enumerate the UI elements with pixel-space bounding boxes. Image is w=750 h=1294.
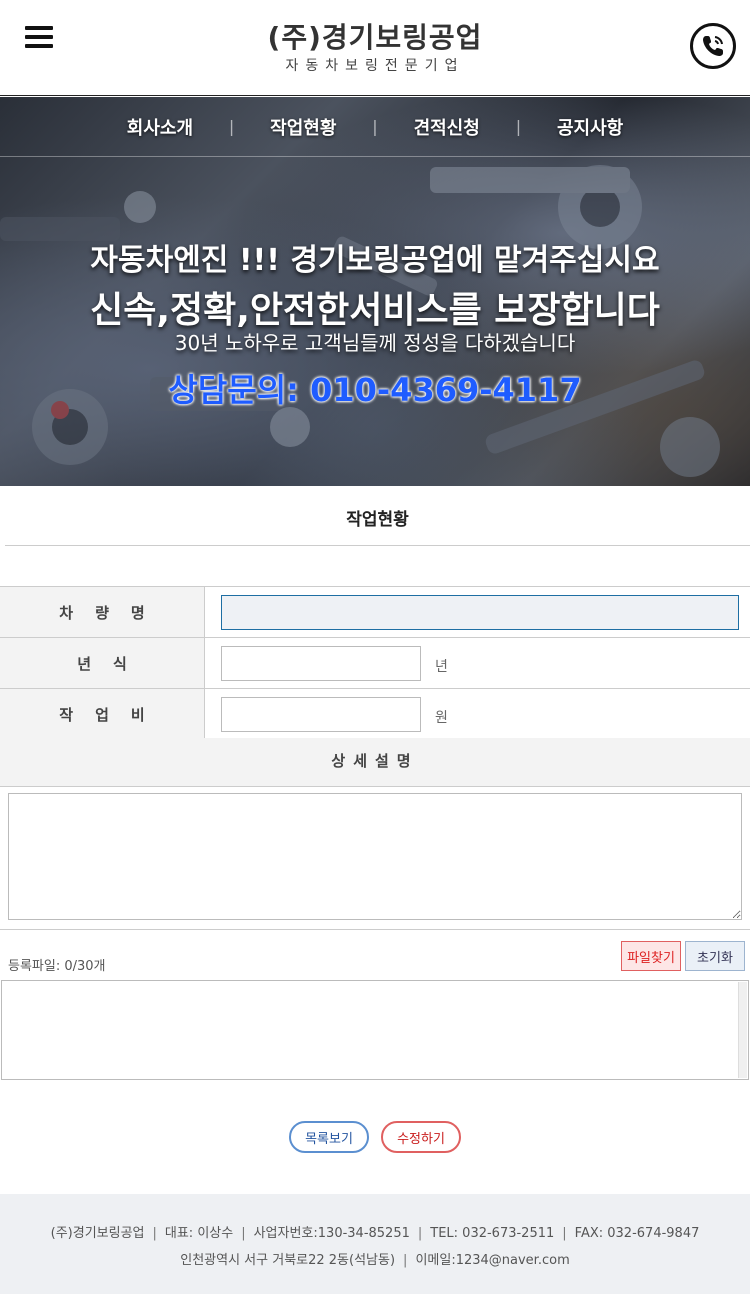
form-row-cost: 작업비 원 xyxy=(0,689,750,740)
footer-ceo: 대표: 이상수 xyxy=(164,1226,234,1241)
site-footer: (주)경기보링공업 | 대표: 이상수 | 사업자번호:130-34-85251 | TEL… xyxy=(0,1194,750,1294)
list-view-button[interactable]: 목록보기 xyxy=(289,1121,369,1153)
file-list-box[interactable] xyxy=(1,980,749,1080)
footer-address-info: 인천광역시 서구 거북로22 2동(석남동) | 이메일:1234@naver.co… xyxy=(180,1253,570,1268)
file-list-scrollbar[interactable] xyxy=(738,982,747,1078)
logo-title: (주)경기보링공업 xyxy=(267,21,483,54)
site-logo[interactable]: (주)경기보링공업 자동차보링전문기업 xyxy=(0,22,750,76)
reset-files-button[interactable]: 초기화 xyxy=(685,941,745,971)
year-unit: 년 xyxy=(435,659,448,675)
footer-address: 인천광역시 서구 거북로22 2동(석남동) xyxy=(180,1253,396,1268)
hero-tagline: 30년 노하우로 고객님들께 정성을 다하겠습니다 xyxy=(174,331,576,355)
cost-unit: 원 xyxy=(435,710,448,726)
cost-label: 작업비 xyxy=(0,689,205,739)
nav-item-company[interactable]: 회사소개 xyxy=(91,114,229,140)
description-label: 상세설명 xyxy=(0,738,750,787)
footer-company-info: (주)경기보링공업 | 대표: 이상수 | 사업자번호:130-34-85251 | TEL… xyxy=(50,1226,700,1241)
year-label: 년식 xyxy=(0,638,205,688)
find-file-button[interactable]: 파일찾기 xyxy=(621,941,681,971)
year-input[interactable] xyxy=(221,645,421,681)
car-name-input[interactable] xyxy=(221,594,739,630)
footer-email: 이메일:1234@naver.com xyxy=(415,1253,570,1268)
footer-biz-no: 사업자번호:130-34-85251 xyxy=(253,1226,410,1241)
site-header: (주)경기보링공업 자동차보링전문기업 xyxy=(0,0,750,96)
car-name-label: 차량명 xyxy=(0,587,205,637)
hero-headline: 자동차엔진 !!! 경기보링공업에 맡겨주십시요 xyxy=(90,243,660,278)
file-count-label: 등록파일: 0/30개 xyxy=(8,959,106,974)
page-title: 작업현황 xyxy=(5,500,750,546)
edit-button[interactable]: 수정하기 xyxy=(381,1121,461,1153)
hero-subheadline: 신속,정확,안전한서비스를 보장합니다 xyxy=(90,290,660,331)
hero-contact-phone[interactable]: 상담문의: 010-4369-4117 xyxy=(0,365,750,411)
nav-item-work-status[interactable]: 작업현황 xyxy=(234,114,372,140)
footer-fax: FAX: 032-674-9847 xyxy=(574,1226,700,1241)
phone-call-icon[interactable] xyxy=(690,23,736,69)
nav-item-notice[interactable]: 공지사항 xyxy=(521,114,659,140)
divider xyxy=(0,929,750,930)
nav-item-estimate[interactable]: 견적신청 xyxy=(378,114,516,140)
form-row-year: 년식 년 xyxy=(0,638,750,689)
form-row-car-name: 차량명 xyxy=(0,587,750,638)
description-textarea[interactable] xyxy=(8,793,742,920)
work-form: 차량명 년식 년 작업비 원 xyxy=(0,586,750,740)
hero-banner: 회사소개 | 작업현황 | 견적신청 | 공지사항 자동차엔진 !!! 경기보링… xyxy=(0,97,750,486)
cost-input[interactable] xyxy=(221,696,421,732)
footer-company: (주)경기보링공업 xyxy=(50,1226,145,1241)
main-nav: 회사소개 | 작업현황 | 견적신청 | 공지사항 xyxy=(0,97,750,157)
footer-tel: TEL: 032-673-2511 xyxy=(430,1226,555,1241)
logo-subtitle: 자동차보링전문기업 xyxy=(285,58,465,74)
